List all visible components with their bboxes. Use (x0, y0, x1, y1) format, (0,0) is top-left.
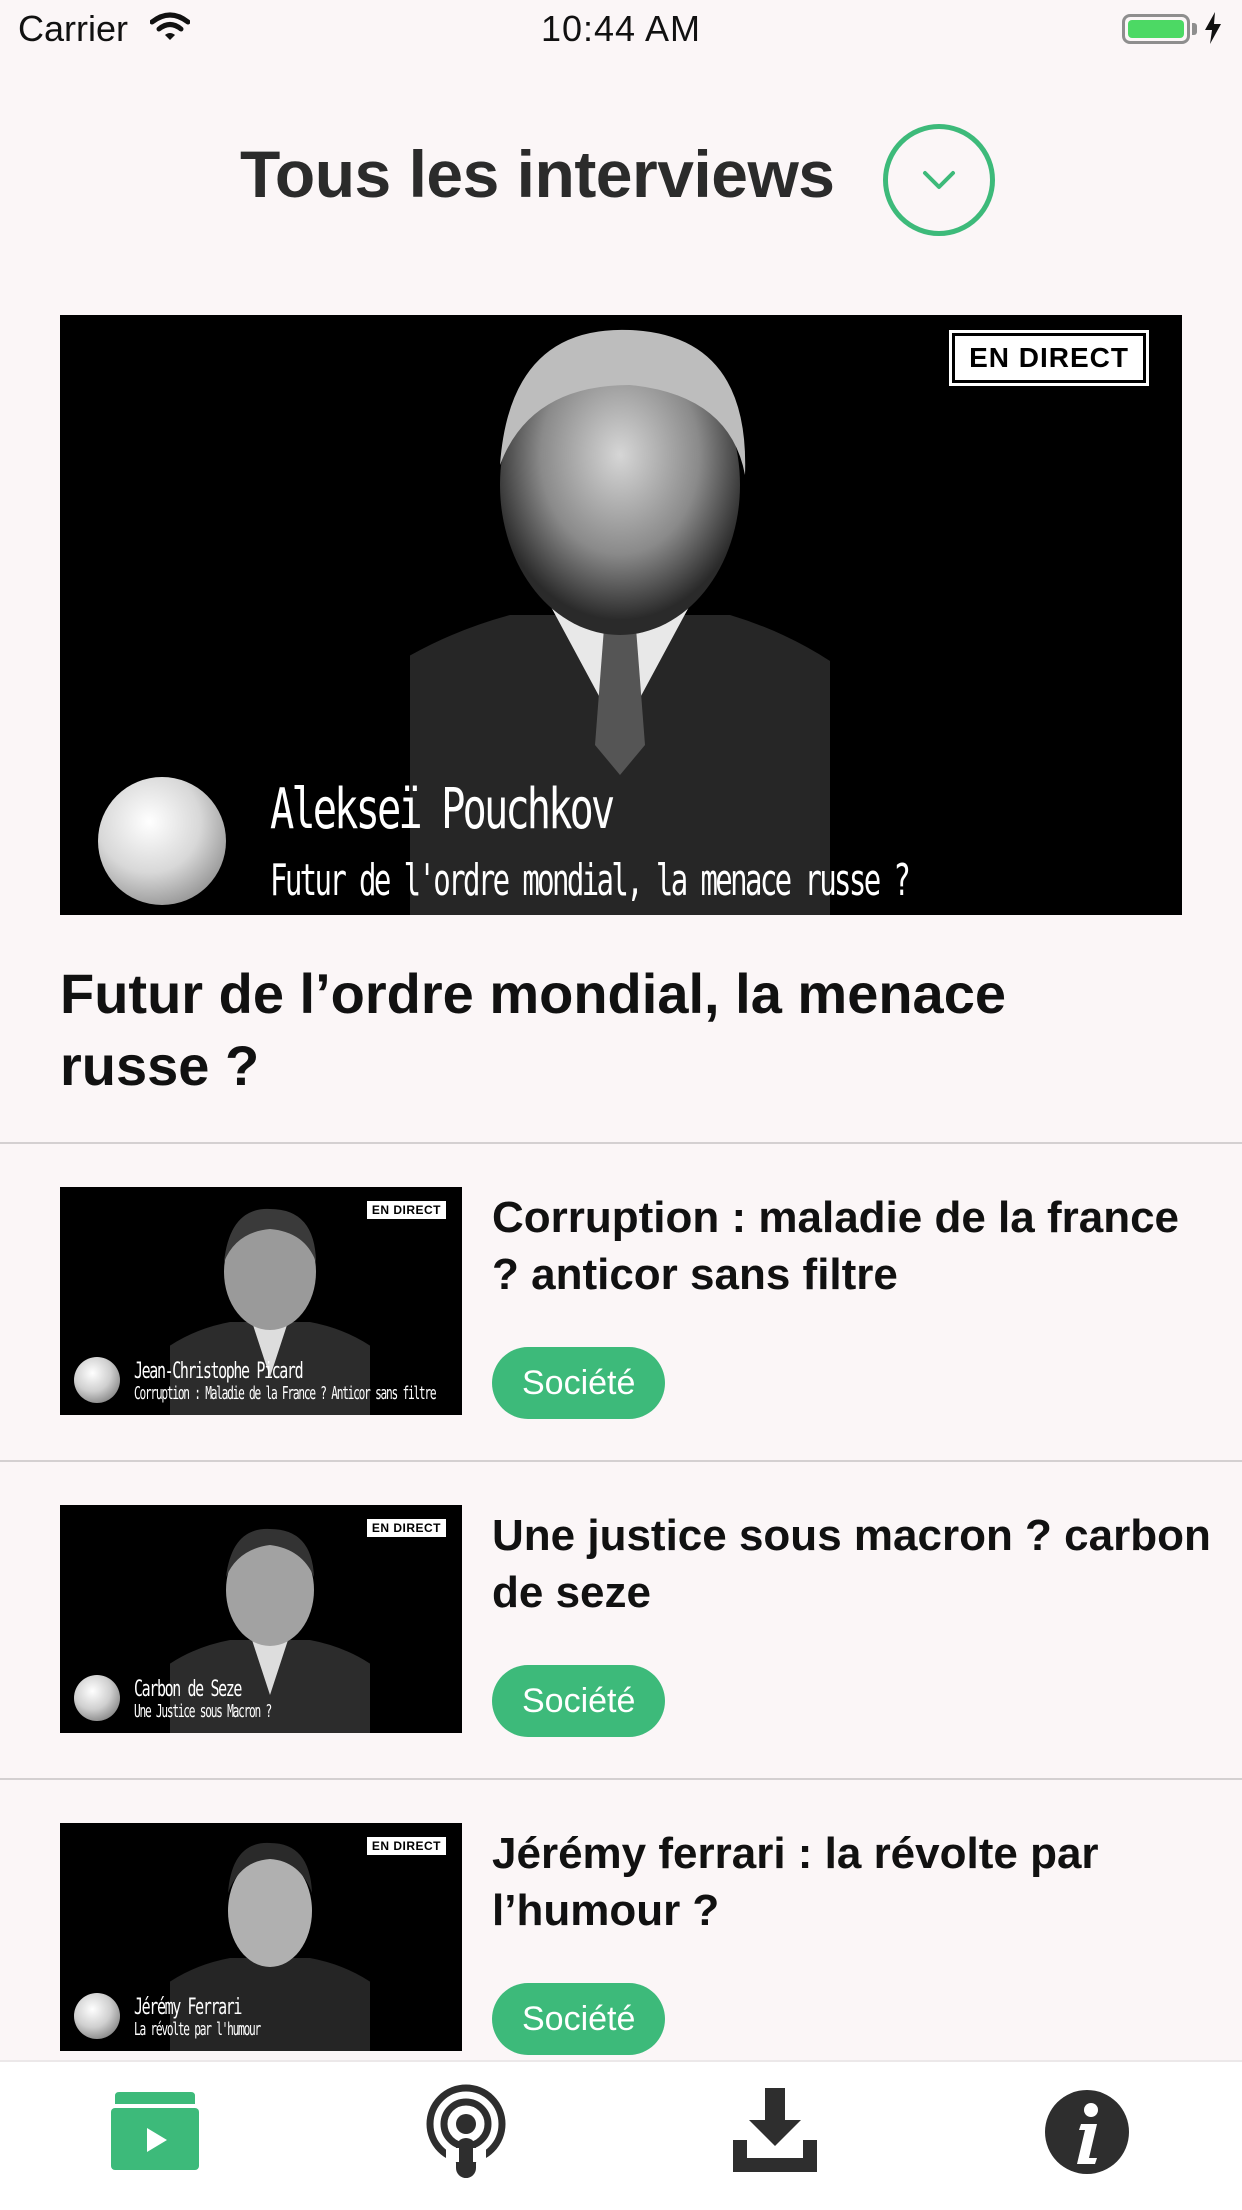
thumb-name: Jérémy Ferrari (134, 1995, 242, 2020)
swan-logo-icon (74, 1675, 120, 1721)
tab-info[interactable] (1037, 2082, 1137, 2182)
divider (0, 1460, 1242, 1462)
category-tag[interactable]: Société (492, 1983, 666, 2055)
category-tag[interactable]: Société (492, 1347, 666, 1419)
swan-logo-icon (74, 1357, 120, 1403)
category-dropdown-button[interactable] (883, 124, 995, 236)
video-thumbnail[interactable]: EN DIRECT Carbon de Seze Une Justice sou… (60, 1505, 462, 1733)
item-title[interactable]: Une justice sous macron ? carbon de seze (492, 1507, 1212, 1621)
status-bar: Carrier 10:44 AM (0, 0, 1242, 62)
charging-bolt-icon (1203, 12, 1223, 49)
divider (0, 1778, 1242, 1780)
list-item[interactable]: EN DIRECT Carbon de Seze Une Justice sou… (0, 1505, 1242, 1820)
live-badge: EN DIRECT (949, 330, 1149, 386)
live-badge: EN DIRECT (364, 1835, 448, 1857)
chevron-down-icon (923, 171, 955, 189)
page-title: Tous les interviews (240, 137, 835, 211)
thumb-name: Carbon de Seze (134, 1677, 242, 1702)
tab-videos[interactable] (105, 2082, 205, 2182)
download-icon (733, 2088, 817, 2172)
podcast-icon (426, 2084, 506, 2178)
featured-overlay-subtitle: Futur de l'ordre mondial, la menace russ… (270, 855, 911, 906)
video-folder-icon (111, 2092, 199, 2170)
thumb-subtitle: Une Justice sous Macron ? (134, 1701, 272, 1722)
thumb-name: Jean-Christophe Picard (134, 1359, 304, 1384)
live-badge: EN DIRECT (364, 1517, 448, 1539)
featured-overlay-name: Alekseï Pouchkov (270, 777, 615, 842)
thumb-subtitle: Corruption : Maladie de la France ? Anti… (134, 1383, 437, 1404)
list-item[interactable]: EN DIRECT Jean-Christophe Picard Corrupt… (0, 1187, 1242, 1502)
battery-tip (1192, 23, 1197, 35)
item-title[interactable]: Corruption : maladie de la france ? anti… (492, 1189, 1212, 1303)
tab-downloads[interactable] (725, 2082, 825, 2182)
featured-video-thumbnail[interactable]: EN DIRECT Alekseï Pouchkov Futur de l'or… (60, 315, 1182, 915)
status-time: 10:44 AM (540, 8, 702, 49)
battery-icon (1122, 14, 1190, 44)
category-tag[interactable]: Société (492, 1665, 666, 1737)
tab-bar (0, 2060, 1242, 2210)
live-badge: EN DIRECT (364, 1199, 448, 1221)
thumb-subtitle: La révolte par l'humour (134, 2019, 261, 2040)
tab-podcasts[interactable] (416, 2082, 516, 2182)
divider (0, 1142, 1242, 1144)
swan-logo-icon (98, 777, 226, 905)
featured-title[interactable]: Futur de l’ordre mondial, la menace russ… (60, 958, 1060, 1102)
swan-logo-icon (74, 1993, 120, 2039)
video-thumbnail[interactable]: EN DIRECT Jérémy Ferrari La révolte par … (60, 1823, 462, 2051)
video-thumbnail[interactable]: EN DIRECT Jean-Christophe Picard Corrupt… (60, 1187, 462, 1415)
info-icon (1045, 2090, 1129, 2174)
item-title[interactable]: Jérémy ferrari : la révolte par l’humour… (492, 1825, 1212, 1939)
